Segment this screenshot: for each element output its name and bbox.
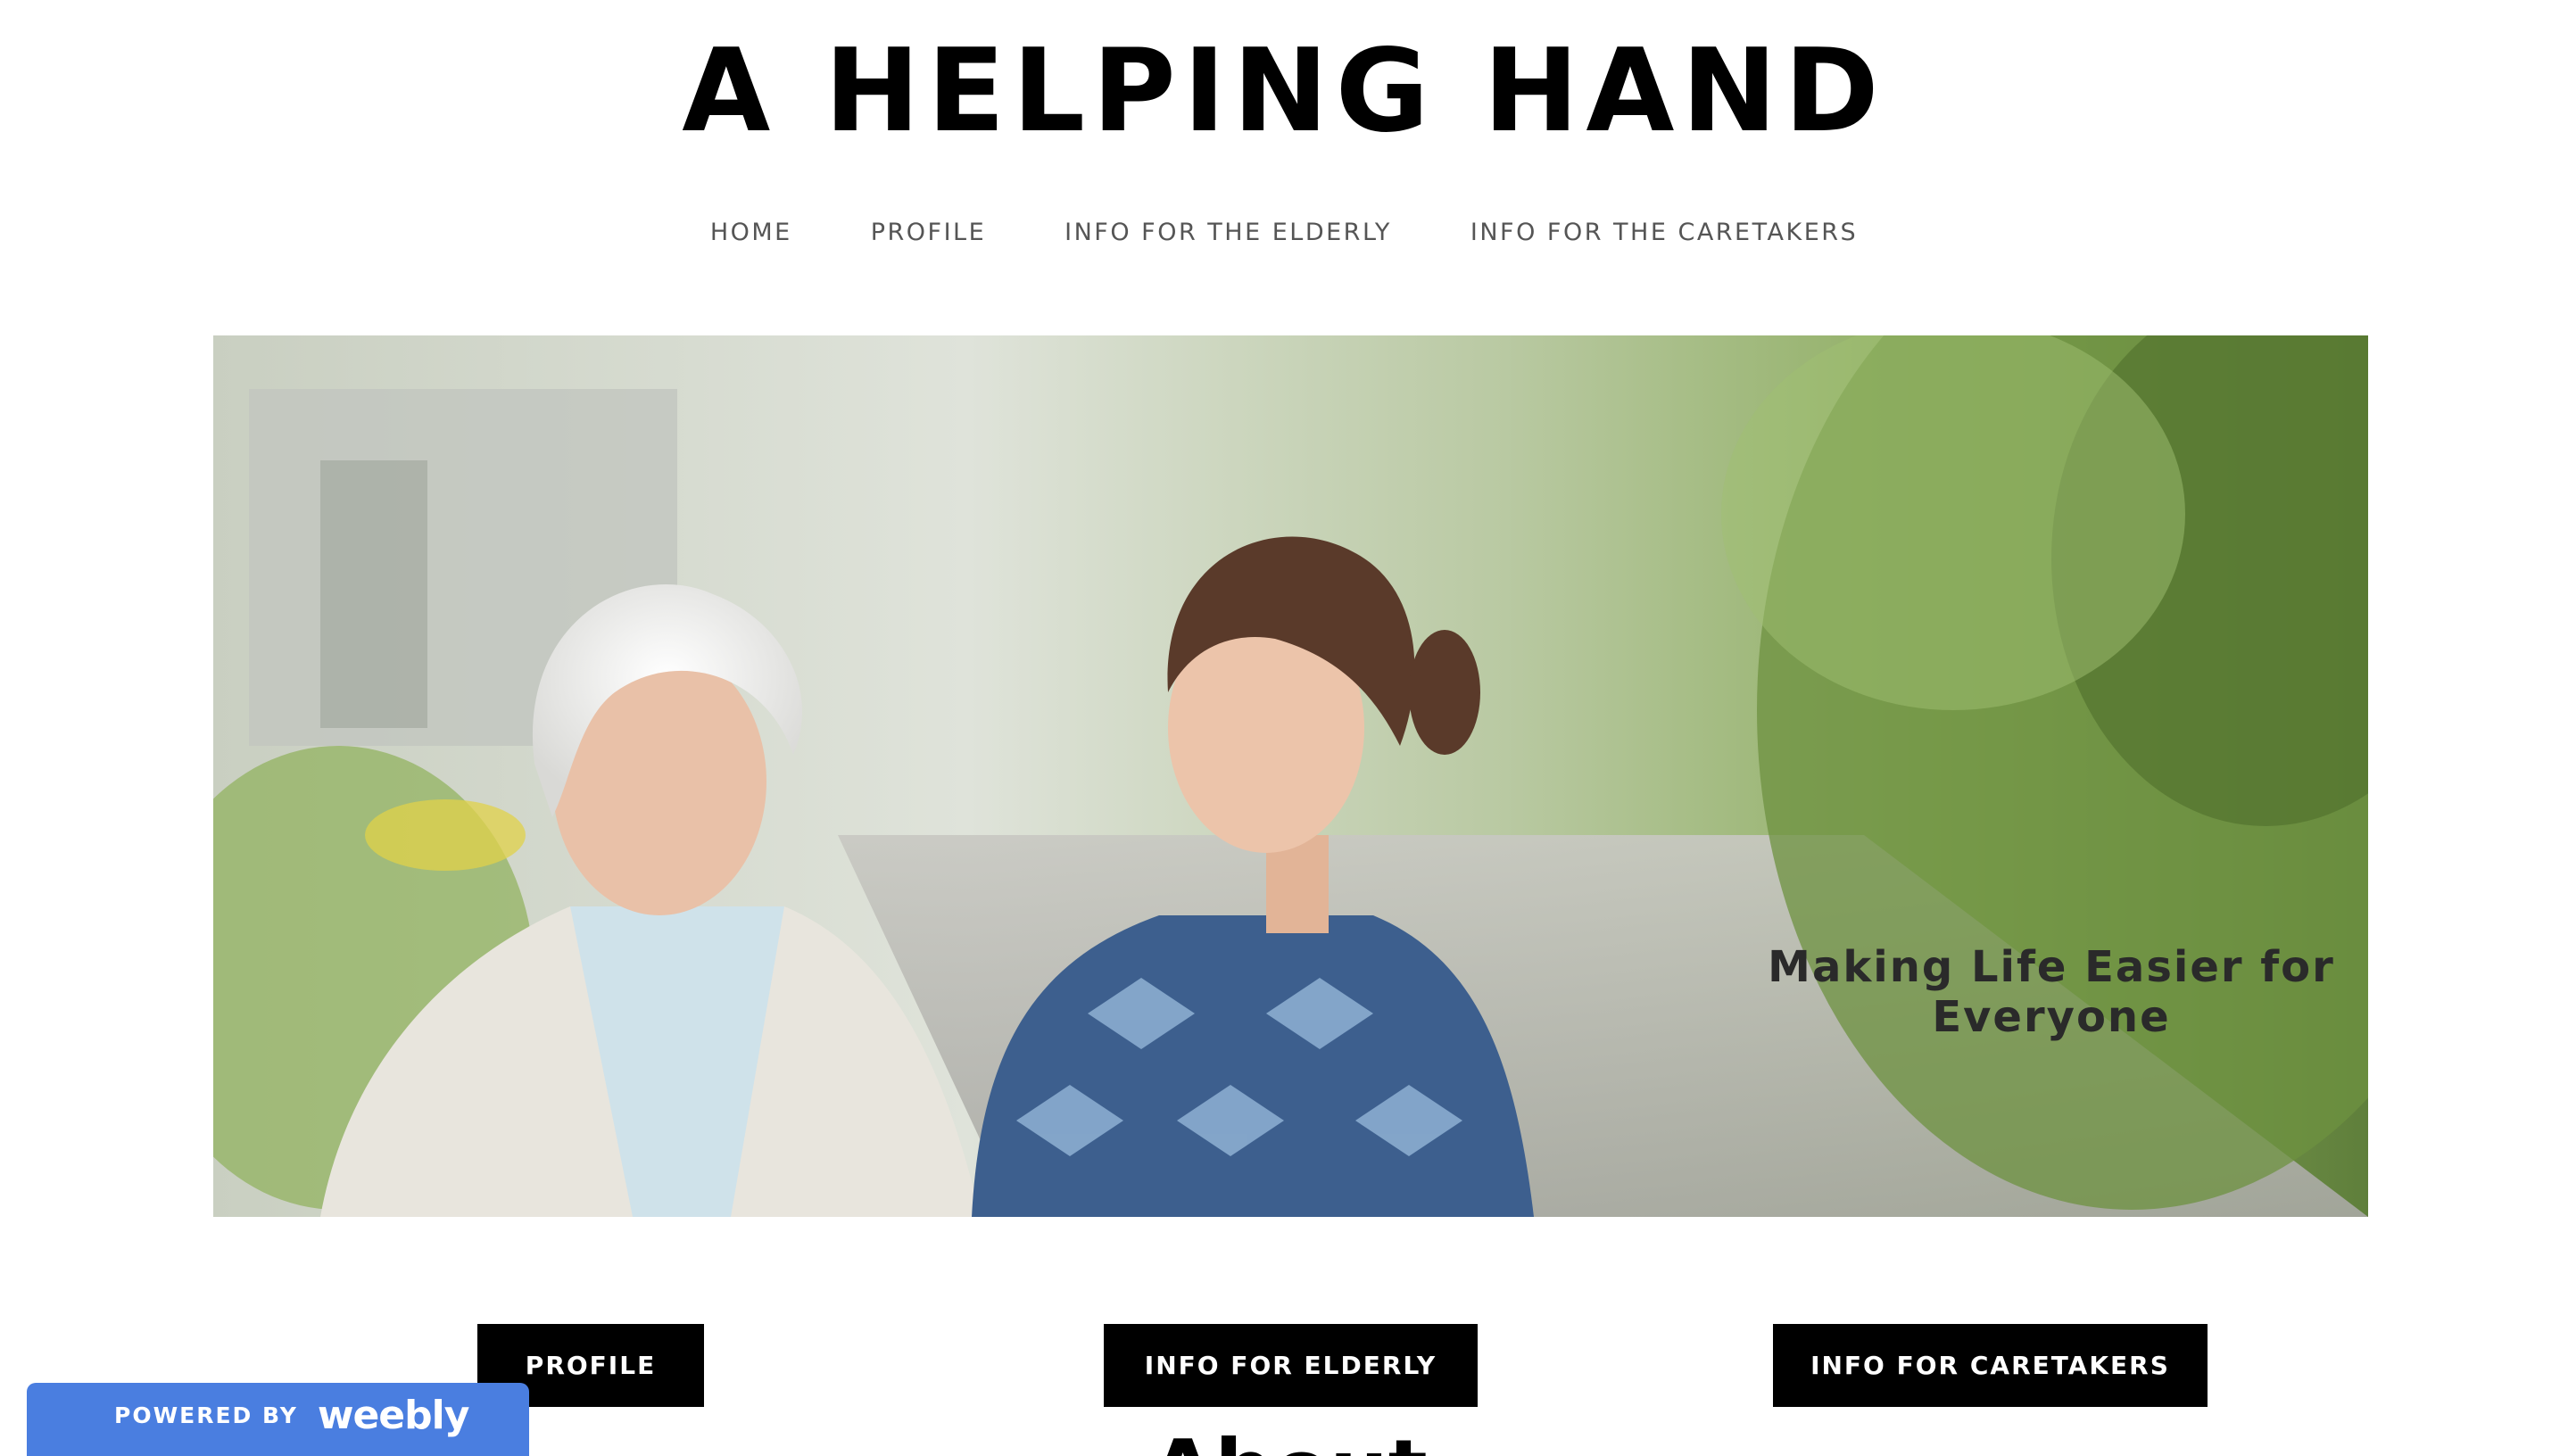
powered-by-label: POWERED BY bbox=[114, 1402, 298, 1428]
weebly-logo: weebly bbox=[317, 1392, 470, 1438]
nav-item-profile[interactable]: PROFILE bbox=[871, 211, 986, 255]
page: A HELPING HAND HOME PROFILE INFO FOR THE… bbox=[0, 0, 2568, 1456]
info-caretakers-button[interactable]: INFO FOR CARETAKERS bbox=[1773, 1324, 2208, 1407]
hero-banner: Making Life Easier for Everyone bbox=[213, 335, 2368, 1217]
hero-caption: Making Life Easier for Everyone bbox=[1739, 942, 2364, 1042]
main-nav: HOME PROFILE INFO FOR THE ELDERLY INFO F… bbox=[0, 211, 2568, 255]
weebly-badge[interactable]: POWERED BY weebly bbox=[27, 1383, 529, 1456]
nav-item-info-caretakers[interactable]: INFO FOR THE CARETAKERS bbox=[1470, 211, 1858, 255]
info-elderly-button[interactable]: INFO FOR ELDERLY bbox=[1104, 1324, 1478, 1407]
site-title[interactable]: A HELPING HAND bbox=[0, 25, 2568, 159]
hero-photo bbox=[213, 335, 2368, 1217]
nav-item-home[interactable]: HOME bbox=[710, 211, 792, 255]
hero-caption-line1: Making Life Easier for bbox=[1768, 942, 2335, 992]
about-heading: About bbox=[1151, 1426, 1428, 1456]
nav-item-info-elderly[interactable]: INFO FOR THE ELDERLY bbox=[1064, 211, 1392, 255]
hero-caption-line2: Everyone bbox=[1932, 992, 2171, 1042]
